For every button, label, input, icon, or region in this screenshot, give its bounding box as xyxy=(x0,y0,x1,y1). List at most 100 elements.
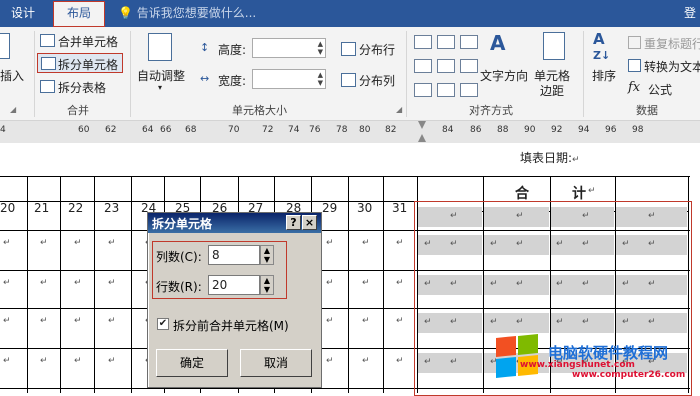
group-divider xyxy=(130,31,131,117)
dialog-title: 拆分单元格 xyxy=(152,217,213,231)
spin-up-icon[interactable]: ▲ xyxy=(261,246,273,255)
split-table-label: 拆分表格 xyxy=(58,81,107,95)
insert-button[interactable]: 插入 xyxy=(0,67,24,84)
merge-before-label: 拆分前合并单元格(M) xyxy=(173,319,289,333)
rows-label: 行数(R): xyxy=(156,280,202,294)
insert-icon xyxy=(0,33,10,59)
indent-marker-icon[interactable] xyxy=(418,134,426,142)
convert-text-label: 转换为文本 xyxy=(644,60,700,74)
dialog-launcher-icon[interactable]: ◢ xyxy=(396,105,402,114)
table-cell-day-number: 22 xyxy=(68,201,84,215)
sort-icon: A Z↓ xyxy=(593,30,611,63)
cell-margins-icon xyxy=(543,32,565,60)
paragraph-mark: ↵ xyxy=(396,356,404,366)
autofit-icon xyxy=(148,33,172,61)
paragraph-mark: ↵ xyxy=(108,278,116,288)
ruler-number: 92 xyxy=(551,125,563,135)
split-table-icon xyxy=(40,80,55,93)
ruler-number: 76 xyxy=(309,125,321,135)
ok-button[interactable]: 确定 xyxy=(156,349,228,377)
align-middle-center-icon[interactable] xyxy=(437,59,455,73)
ruler-number: 78 xyxy=(336,125,348,135)
formula-icon: fx xyxy=(628,80,641,95)
align-bottom-right-icon[interactable] xyxy=(460,83,478,97)
rows-spinner[interactable]: ▲ ▼ xyxy=(260,275,274,295)
align-top-center-icon[interactable] xyxy=(437,35,455,49)
ruler-number: 84 xyxy=(442,125,454,135)
rows-input[interactable]: 20 xyxy=(208,275,260,295)
watermark-url-2: www.xiangshunet.com xyxy=(520,360,635,370)
table-cell-day-number: 30 xyxy=(357,201,373,215)
ribbon: 插入 ◢ 合并单元格 拆分单元格 拆分表格 合并 自动调整 ▾ ↕ 高度: ▲ ▼… xyxy=(0,27,700,121)
col-width-icon: ↔ xyxy=(200,72,210,85)
ruler-number: 4 xyxy=(0,125,6,135)
table-cell-day-number: 31 xyxy=(392,201,408,215)
align-bottom-left-icon[interactable] xyxy=(414,83,432,97)
paragraph-mark: ↵ xyxy=(74,356,82,366)
paragraph-mark: ↵ xyxy=(3,356,11,366)
ruler-number: 90 xyxy=(524,125,536,135)
indent-marker-icon[interactable] xyxy=(418,121,426,129)
tell-me-box[interactable]: 💡 告诉我您想要做什么... xyxy=(118,0,256,27)
ruler-number: 66 xyxy=(160,125,172,135)
cols-spinner[interactable]: ▲ ▼ xyxy=(260,245,274,265)
split-cells-button[interactable]: 拆分单元格 xyxy=(37,53,123,73)
help-button[interactable]: ? xyxy=(286,215,301,230)
sign-in-link[interactable]: 登 xyxy=(684,0,696,27)
paragraph-mark: ↵ xyxy=(40,278,48,288)
sort-button[interactable]: 排序 xyxy=(592,67,616,84)
ruler-number: 94 xyxy=(578,125,590,135)
repeat-header-label: 重复标题行 xyxy=(644,37,700,51)
tab-layout[interactable]: 布局 xyxy=(53,1,105,27)
dialog-title-bar[interactable]: 拆分单元格 ? × xyxy=(148,213,321,233)
paragraph-mark: ↵ xyxy=(588,186,596,196)
paragraph-mark: ↵ xyxy=(108,356,116,366)
align-top-right-icon[interactable] xyxy=(460,35,478,49)
convert-text-icon xyxy=(628,59,641,72)
paragraph-mark: ↵ xyxy=(572,155,580,165)
spin-down-icon[interactable]: ▼ xyxy=(261,285,273,294)
ruler-number: 64 xyxy=(142,125,154,135)
chevron-down-icon: ▾ xyxy=(158,83,163,92)
table-gridline xyxy=(27,176,28,393)
text-direction-button[interactable]: 文字方向 xyxy=(480,67,528,84)
align-bottom-center-icon[interactable] xyxy=(437,83,455,97)
width-label: 宽度: xyxy=(218,74,247,88)
height-label: 高度: xyxy=(218,43,247,57)
paragraph-mark: ↵ xyxy=(108,238,116,248)
height-input[interactable]: ▲ ▼ xyxy=(252,38,326,58)
ruler-number: 82 xyxy=(385,125,397,135)
paragraph-mark: ↵ xyxy=(326,356,334,366)
paragraph-mark: ↵ xyxy=(362,356,370,366)
horizontal-ruler[interactable]: 4 60 62 64 66 68 70 72 74 76 78 80 82 84 86 88 90 92 94 96 9… xyxy=(0,121,700,144)
autofit-button[interactable]: 自动调整 xyxy=(137,67,185,84)
cell-margins-label-2[interactable]: 边距 xyxy=(540,82,564,99)
ruler-number: 70 xyxy=(228,125,240,135)
merge-before-checkbox[interactable]: ✔ xyxy=(157,318,169,330)
close-button[interactable]: × xyxy=(302,215,317,230)
align-middle-left-icon[interactable] xyxy=(414,59,432,73)
table-cell-day-number: 29 xyxy=(322,201,338,215)
table-cell-day-number: 20 xyxy=(0,201,16,215)
lightbulb-icon: 💡 xyxy=(118,6,133,20)
align-middle-right-icon[interactable] xyxy=(460,59,478,73)
tab-design[interactable]: 设计 xyxy=(0,0,46,27)
cancel-button[interactable]: 取消 xyxy=(240,349,312,377)
spin-up-icon[interactable]: ▲ xyxy=(261,276,273,285)
width-input[interactable]: ▲ ▼ xyxy=(252,69,326,89)
ruler-number: 74 xyxy=(288,125,300,135)
paragraph-mark: ↵ xyxy=(326,316,334,326)
distribute-rows-icon xyxy=(341,42,356,56)
cols-input[interactable]: 8 xyxy=(208,245,260,265)
alignment-group-label: 对齐方式 xyxy=(469,104,513,117)
paragraph-mark: ↵ xyxy=(326,278,334,288)
spin-down-icon[interactable]: ▼ xyxy=(261,255,273,264)
align-top-left-icon[interactable] xyxy=(414,35,432,49)
distribute-cols-label: 分布列 xyxy=(359,74,396,88)
table-gridline xyxy=(348,176,349,393)
paragraph-mark: ↵ xyxy=(108,316,116,326)
split-cells-label: 拆分单元格 xyxy=(58,58,119,72)
paragraph-mark: ↵ xyxy=(40,356,48,366)
dialog-launcher-icon[interactable]: ◢ xyxy=(10,105,16,114)
paragraph-mark: ↵ xyxy=(74,316,82,326)
